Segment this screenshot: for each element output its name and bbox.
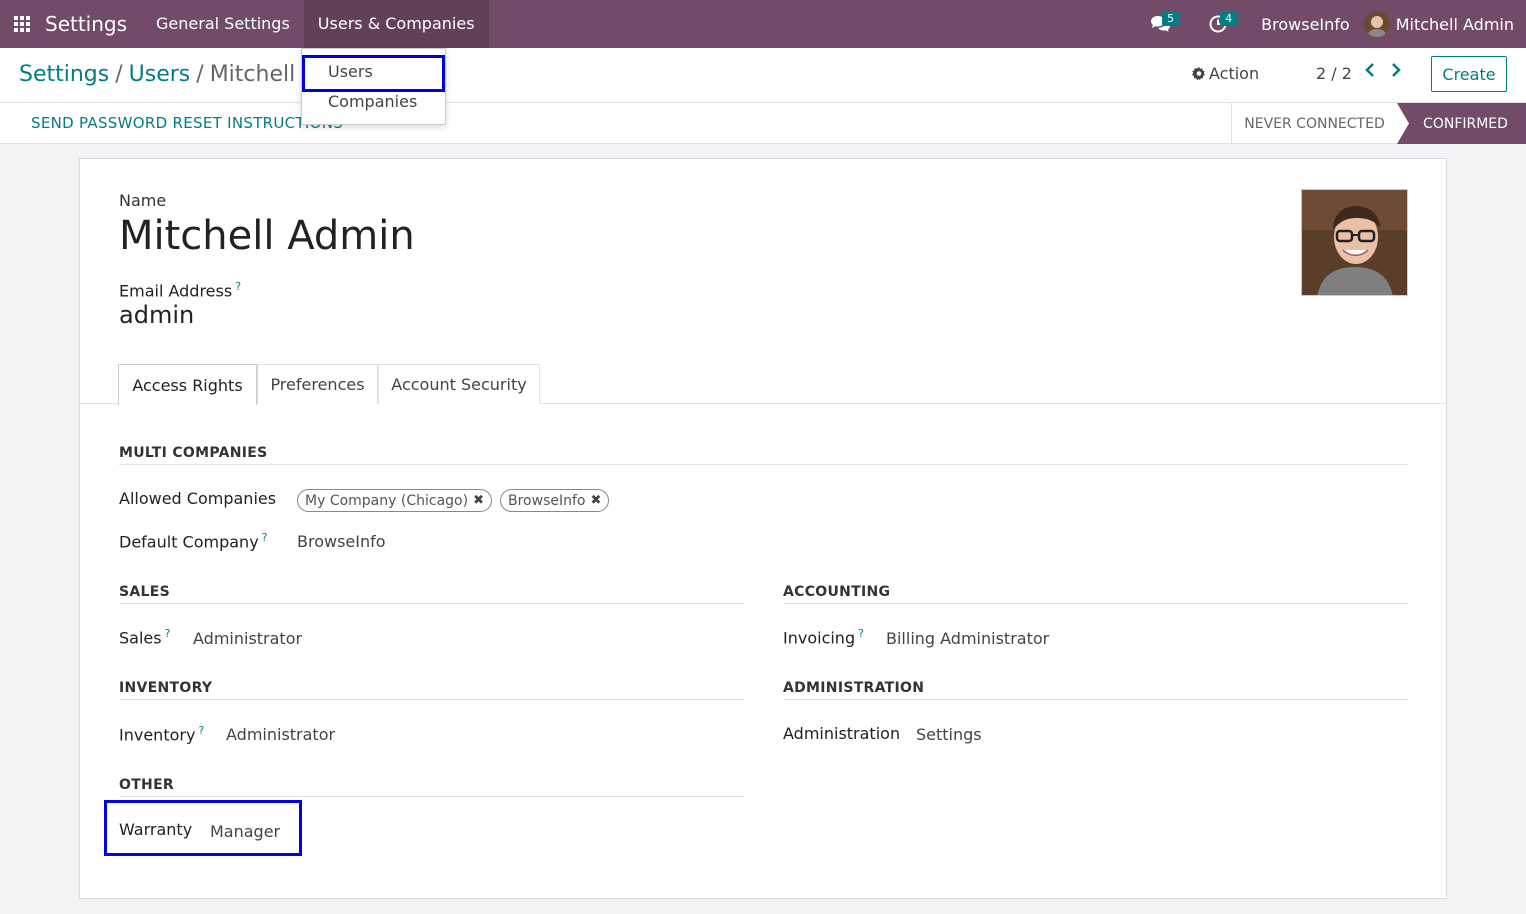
inventory-label-text: Inventory [119,725,196,745]
section-administration: ADMINISTRATION [783,680,925,696]
section-other: OTHER [119,777,175,793]
section-multi-companies: MULTI COMPANIES [119,445,268,461]
top-navbar: Settings General Settings Users & Compan… [0,0,1526,48]
messages-button[interactable]: 5 [1131,0,1189,48]
tag-browseinfo[interactable]: BrowseInfo ✖ [500,489,610,512]
form-statusbar: SEND PASSWORD RESET INSTRUCTIONS NEVER C… [0,103,1526,144]
control-panel: Settings / Users / Mitchell Action 2 / 2 Cre… [0,48,1526,103]
user-menu[interactable]: Mitchell Admin [1363,11,1526,37]
tag-my-company-chicago[interactable]: My Company (Chicago) ✖ [297,489,492,512]
tag-label: My Company (Chicago) [305,492,469,509]
email-label-text: Email Address [119,281,233,301]
users-companies-dropdown: Users Companies [301,48,446,125]
gear-icon [1192,66,1205,80]
company-switcher[interactable]: BrowseInfo [1247,15,1364,34]
help-icon[interactable]: ? [858,627,864,640]
notebook-tabs: Access Rights Preferences Account Securi… [80,364,1446,405]
tab-preferences[interactable]: Preferences [257,364,378,404]
administration-label: Administration [783,724,901,743]
sales-label: Sales? [119,627,170,647]
chevron-left-icon[interactable] [1364,62,1376,83]
help-icon[interactable]: ? [165,627,171,640]
stage-never-connected[interactable]: NEVER CONNECTED [1231,103,1397,144]
activities-button[interactable]: 4 [1189,0,1247,48]
name-field[interactable]: Mitchell Admin [119,213,415,259]
app-name[interactable]: Settings [45,12,127,36]
stage-confirmed[interactable]: CONFIRMED [1397,103,1526,144]
section-divider [119,603,745,604]
allowed-companies-label: Allowed Companies [119,489,277,508]
dropdown-item-companies[interactable]: Companies [302,87,447,117]
messages-badge: 5 [1162,11,1180,26]
default-company-label: Default Company? [119,531,268,551]
email-label: Email Address? [119,280,241,300]
chevron-right-icon[interactable] [1390,62,1402,83]
activities-badge: 4 [1220,11,1238,26]
create-button[interactable]: Create [1431,56,1507,92]
pager-value[interactable]: 2 / 2 [1316,64,1352,83]
close-icon[interactable]: ✖ [473,493,484,508]
menu-general-settings[interactable]: General Settings [142,0,304,48]
default-company-label-text: Default Company [119,532,259,552]
default-company-field[interactable]: BrowseInfo [297,532,386,551]
action-label: Action [1209,64,1260,83]
invoicing-field[interactable]: Billing Administrator [886,629,1049,648]
breadcrumb-users[interactable]: Users [129,62,191,87]
help-icon[interactable]: ? [235,280,241,293]
user-name: Mitchell Admin [1395,14,1514,34]
name-label: Name [119,191,167,210]
tag-label: BrowseInfo [508,492,586,509]
breadcrumb-current: Mitchell [209,62,296,87]
help-icon[interactable]: ? [262,531,268,544]
help-icon[interactable]: ? [198,724,204,737]
section-divider [119,796,745,797]
breadcrumb-separator: / [196,62,204,87]
inventory-label: Inventory? [119,724,204,744]
tab-access-rights[interactable]: Access Rights [118,364,257,405]
action-button[interactable]: Action [1192,64,1259,83]
section-divider [783,603,1409,604]
inventory-field[interactable]: Administrator [226,725,335,744]
section-divider [783,699,1409,700]
administration-field[interactable]: Settings [916,725,982,744]
breadcrumb-separator: / [115,62,123,87]
tab-account-security[interactable]: Account Security [378,364,540,404]
section-divider [119,699,745,700]
breadcrumb: Settings / Users / Mitchell [19,62,295,87]
section-inventory: INVENTORY [119,680,213,696]
email-field[interactable]: admin [119,301,194,329]
avatar [1363,11,1390,37]
section-sales: SALES [119,584,170,600]
section-accounting: ACCOUNTING [783,584,891,600]
warranty-highlight [104,800,302,856]
apps-grid-icon[interactable] [0,0,44,48]
invoicing-label-text: Invoicing [783,628,856,648]
sales-label-text: Sales [119,628,162,648]
user-photo[interactable] [1301,189,1408,296]
breadcrumb-settings[interactable]: Settings [19,62,109,87]
form-sheet: Name Mitchell Admin Email Address? admin… [79,158,1447,899]
invoicing-label: Invoicing? [783,627,864,647]
menu-users-companies[interactable]: Users & Companies [303,0,489,48]
sales-field[interactable]: Administrator [193,629,302,648]
close-icon[interactable]: ✖ [590,493,601,508]
send-password-reset-button[interactable]: SEND PASSWORD RESET INSTRUCTIONS [31,114,343,132]
section-divider [119,464,1408,465]
